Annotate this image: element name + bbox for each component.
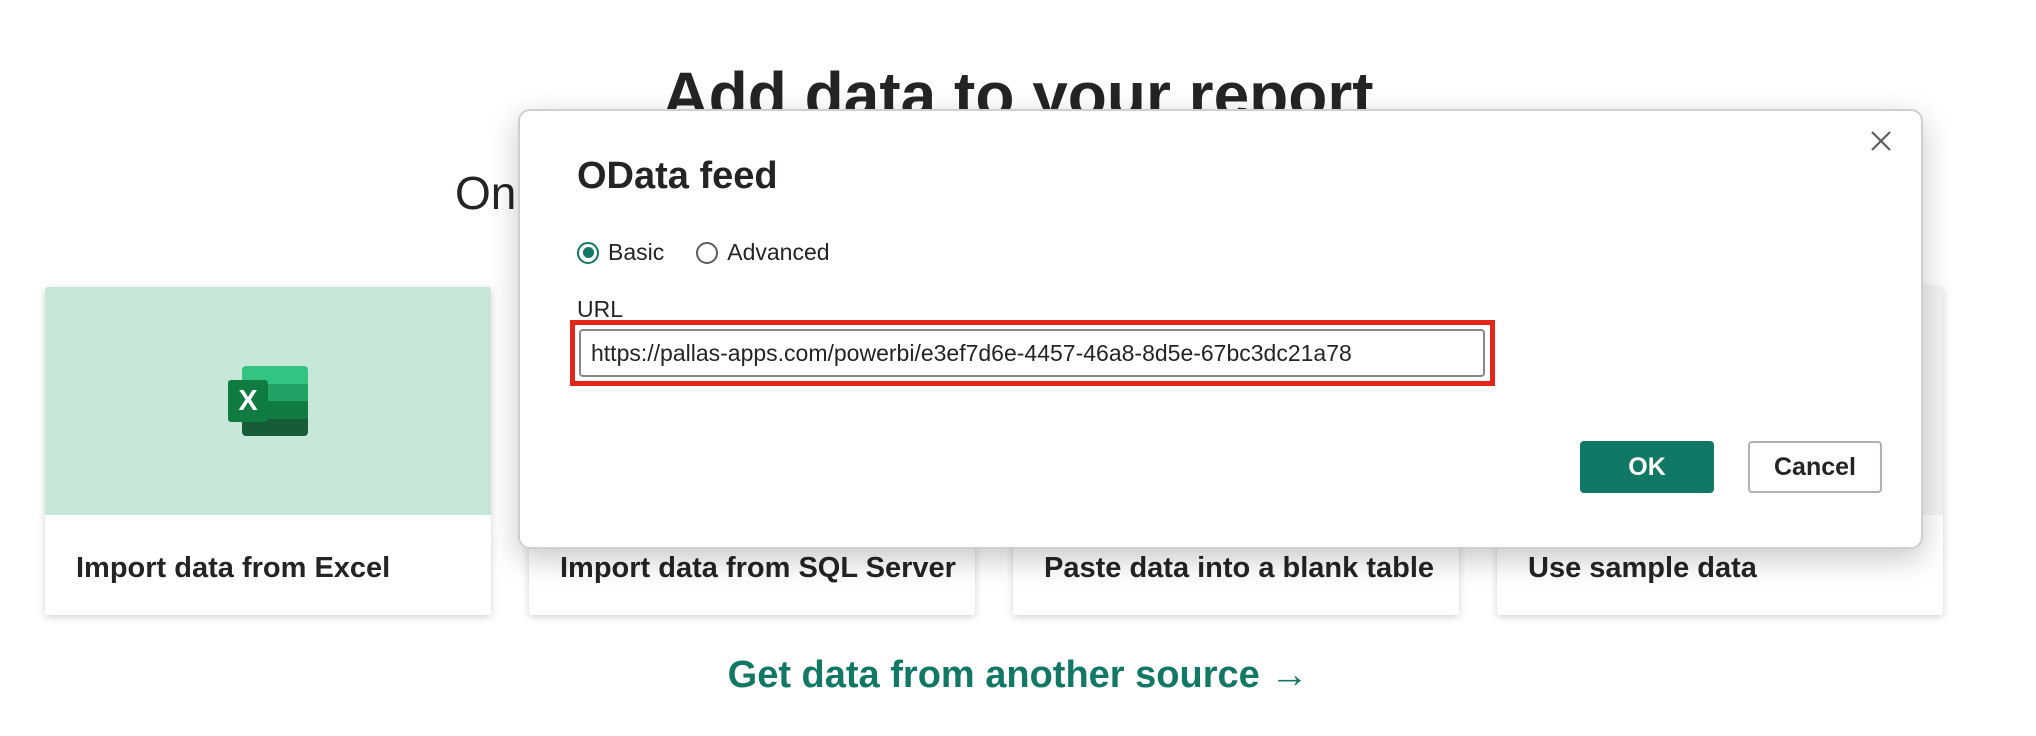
radio-advanced[interactable]: Advanced (696, 239, 830, 266)
card-image: X (45, 287, 491, 515)
get-data-another-source-link[interactable]: Get data from another source → (0, 652, 2036, 698)
card-import-excel[interactable]: X Import data from Excel (45, 287, 491, 615)
url-label: URL (577, 296, 624, 322)
mode-radio-group: Basic Advanced (577, 239, 862, 266)
excel-icon: X (228, 366, 308, 436)
card-label: Import data from SQL Server (560, 552, 956, 584)
odata-feed-dialog: OData feed Basic Advanced URL OK Cancel (518, 109, 1923, 549)
card-label: Use sample data (1528, 552, 1757, 584)
radio-label: Basic (608, 239, 665, 265)
ok-button[interactable]: OK (1580, 441, 1714, 493)
radio-unchecked-icon (696, 241, 719, 264)
close-icon[interactable] (1863, 123, 1899, 159)
excel-x-mark: X (228, 380, 268, 422)
url-input[interactable] (579, 329, 1485, 377)
page-subtitle: On (455, 167, 517, 219)
dialog-title: OData feed (577, 155, 778, 197)
radio-checked-icon (577, 241, 599, 264)
card-label: Paste data into a blank table (1044, 552, 1434, 584)
radio-basic[interactable]: Basic (577, 239, 664, 266)
card-label: Import data from Excel (76, 552, 391, 584)
radio-label: Advanced (727, 239, 830, 265)
cancel-button[interactable]: Cancel (1748, 441, 1882, 493)
